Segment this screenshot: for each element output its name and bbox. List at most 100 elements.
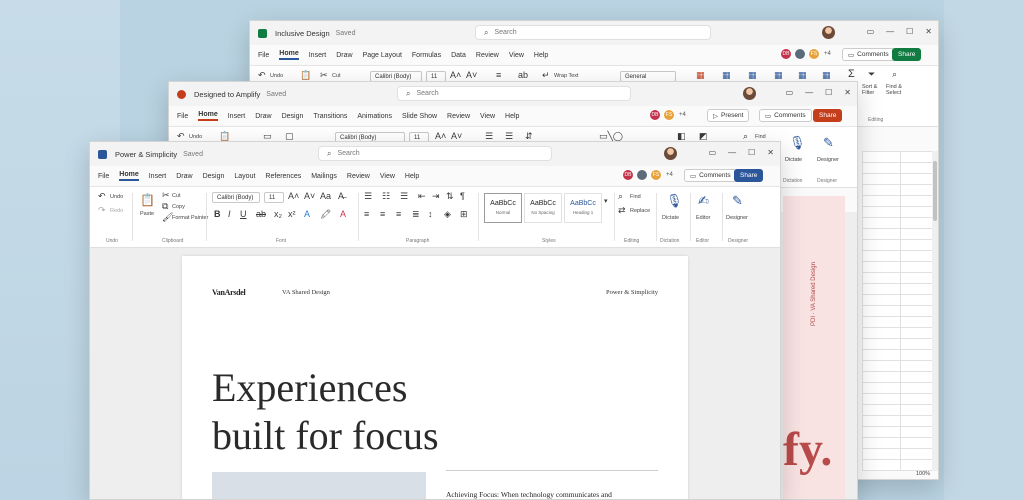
grow-font-icon[interactable]: A˄ bbox=[435, 131, 446, 141]
align-left-icon[interactable]: ≡ bbox=[364, 209, 369, 219]
font-color-icon[interactable]: A bbox=[340, 209, 346, 219]
editor-label[interactable]: Editor bbox=[696, 215, 710, 221]
copy-icon[interactable]: ⧉ bbox=[162, 201, 168, 212]
format-cells-icon[interactable]: ▦ bbox=[822, 70, 831, 81]
justify-icon[interactable]: ≣ bbox=[412, 209, 420, 220]
ppt-saved-status[interactable]: Saved bbox=[266, 91, 286, 98]
dictate-icon[interactable]: 🎙 bbox=[666, 193, 683, 209]
change-case-icon[interactable]: Aa bbox=[320, 191, 331, 201]
tab-help[interactable]: Help bbox=[505, 113, 519, 120]
dictate-label[interactable]: Dictate bbox=[662, 215, 679, 221]
style-heading-1[interactable]: AaBbCc Heading 1 bbox=[564, 193, 602, 223]
ribbon-display-icon[interactable]: ▭ bbox=[786, 88, 794, 97]
excel-vertical-scrollbar[interactable] bbox=[932, 151, 938, 471]
sort-filter-icon[interactable]: ⏷ bbox=[868, 69, 875, 80]
minimize-icon[interactable]: — bbox=[805, 88, 813, 97]
designer-label[interactable]: Designer bbox=[726, 215, 748, 221]
line-spacing-icon[interactable]: ↕ bbox=[428, 209, 433, 219]
superscript-icon[interactable]: x² bbox=[288, 209, 296, 219]
excel-doc-title[interactable]: Inclusive Design bbox=[275, 29, 330, 38]
wrap-text-label[interactable]: Wrap Text bbox=[554, 73, 579, 79]
tab-transitions[interactable]: Transitions bbox=[313, 113, 347, 120]
present-button[interactable]: ▷ Present bbox=[707, 109, 750, 122]
undo-icon[interactable]: ↶ bbox=[98, 191, 106, 202]
tab-data[interactable]: Data bbox=[451, 52, 466, 59]
style-no-spacing[interactable]: AaBbCc No Spacing bbox=[524, 193, 562, 223]
copy-label[interactable]: Copy bbox=[172, 204, 185, 210]
close-icon[interactable]: ✕ bbox=[844, 88, 851, 97]
font-size-select[interactable]: 11 bbox=[264, 192, 284, 203]
format-painter-label[interactable]: Format Painter bbox=[172, 215, 208, 221]
maximize-icon[interactable]: ☐ bbox=[748, 148, 755, 157]
bullets-icon[interactable]: ☰ bbox=[364, 191, 372, 202]
paste-icon[interactable]: 📋 bbox=[140, 193, 155, 207]
tab-animations[interactable]: Animations bbox=[357, 113, 392, 120]
align-right-icon[interactable]: ≡ bbox=[396, 209, 401, 219]
close-icon[interactable]: ✕ bbox=[767, 148, 774, 157]
tab-insert[interactable]: Insert bbox=[228, 113, 246, 120]
tab-file[interactable]: File bbox=[258, 52, 269, 59]
tab-design[interactable]: Design bbox=[203, 173, 225, 180]
highlight-icon[interactable]: 🖍 bbox=[320, 209, 331, 220]
word-saved-status[interactable]: Saved bbox=[183, 151, 203, 158]
tab-draw[interactable]: Draw bbox=[176, 173, 192, 180]
paste-label[interactable]: Paste bbox=[140, 211, 154, 217]
collaborators[interactable]: DB FS +4 bbox=[649, 109, 686, 121]
delete-cells-icon[interactable]: ▦ bbox=[798, 70, 807, 81]
share-button[interactable]: Share bbox=[892, 48, 922, 61]
undo-icon[interactable]: ↶ bbox=[258, 70, 266, 81]
excel-search-box[interactable]: ⌕ Search bbox=[475, 25, 711, 40]
find-select-label[interactable]: Find & Select bbox=[886, 84, 910, 96]
tab-page-layout[interactable]: Page Layout bbox=[363, 52, 402, 59]
ppt-slide[interactable]: PDI · VA Shared Design fy. bbox=[783, 196, 845, 499]
clear-format-icon[interactable]: A̶ bbox=[338, 191, 344, 201]
tab-draw[interactable]: Draw bbox=[255, 113, 271, 120]
minimize-icon[interactable]: — bbox=[728, 148, 736, 157]
collaborators[interactable]: DB FS +4 bbox=[780, 48, 831, 60]
cut-label[interactable]: Cut bbox=[172, 193, 181, 199]
designer-icon[interactable]: ✎ bbox=[823, 135, 834, 151]
maximize-icon[interactable]: ☐ bbox=[825, 88, 832, 97]
increase-indent-icon[interactable]: ⇥ bbox=[432, 191, 440, 202]
dictate-label[interactable]: Dictate bbox=[785, 157, 802, 163]
ribbon-display-icon[interactable]: ▭ bbox=[709, 148, 717, 157]
excel-saved-status[interactable]: Saved bbox=[336, 30, 356, 37]
designer-icon[interactable]: ✎ bbox=[732, 193, 743, 209]
tab-help[interactable]: Help bbox=[534, 52, 548, 59]
find-label[interactable]: Find bbox=[755, 134, 766, 140]
numbering-icon[interactable]: ☷ bbox=[382, 191, 390, 202]
excel-sheet-grid[interactable] bbox=[862, 151, 932, 471]
tab-view[interactable]: View bbox=[509, 52, 524, 59]
word-doc-title[interactable]: Power & Simplicity bbox=[115, 150, 177, 159]
multilevel-list-icon[interactable]: ☰ bbox=[400, 191, 408, 202]
close-icon[interactable]: ✕ bbox=[925, 27, 932, 36]
minimize-icon[interactable]: — bbox=[886, 27, 894, 36]
grow-font-icon[interactable]: A˄ bbox=[288, 191, 299, 201]
tab-view[interactable]: View bbox=[380, 173, 395, 180]
paste-icon[interactable]: 📋 bbox=[300, 70, 311, 81]
document-page[interactable]: VanArsdel VA Shared Design Power & Simpl… bbox=[182, 256, 688, 499]
ppt-search-box[interactable]: ⌕ Search bbox=[397, 86, 631, 101]
find-icon[interactable]: ⌕ bbox=[618, 191, 623, 202]
underline-icon[interactable]: U bbox=[240, 209, 247, 219]
tab-view[interactable]: View bbox=[480, 113, 495, 120]
format-table-icon[interactable]: ▦ bbox=[722, 70, 731, 81]
share-button[interactable]: Share bbox=[813, 109, 843, 122]
insert-cells-icon[interactable]: ▦ bbox=[774, 70, 783, 81]
document-image[interactable] bbox=[212, 472, 426, 499]
avatar[interactable] bbox=[664, 147, 677, 160]
redo-icon[interactable]: ↷ bbox=[98, 205, 106, 216]
bold-icon[interactable]: B bbox=[214, 209, 221, 219]
tab-review[interactable]: Review bbox=[447, 113, 470, 120]
find-label[interactable]: Find bbox=[630, 194, 641, 200]
orientation-icon[interactable]: ab bbox=[518, 70, 528, 80]
replace-icon[interactable]: ⇄ bbox=[618, 205, 626, 216]
find-select-icon[interactable]: ⌕ bbox=[892, 69, 897, 80]
share-button[interactable]: Share bbox=[734, 169, 764, 182]
conditional-format-icon[interactable]: ▦ bbox=[696, 70, 705, 81]
tab-mailings[interactable]: Mailings bbox=[311, 173, 337, 180]
ribbon-display-icon[interactable]: ▭ bbox=[867, 27, 875, 36]
maximize-icon[interactable]: ☐ bbox=[906, 27, 913, 36]
shading-icon[interactable]: ◈ bbox=[444, 209, 451, 220]
tab-help[interactable]: Help bbox=[405, 173, 419, 180]
